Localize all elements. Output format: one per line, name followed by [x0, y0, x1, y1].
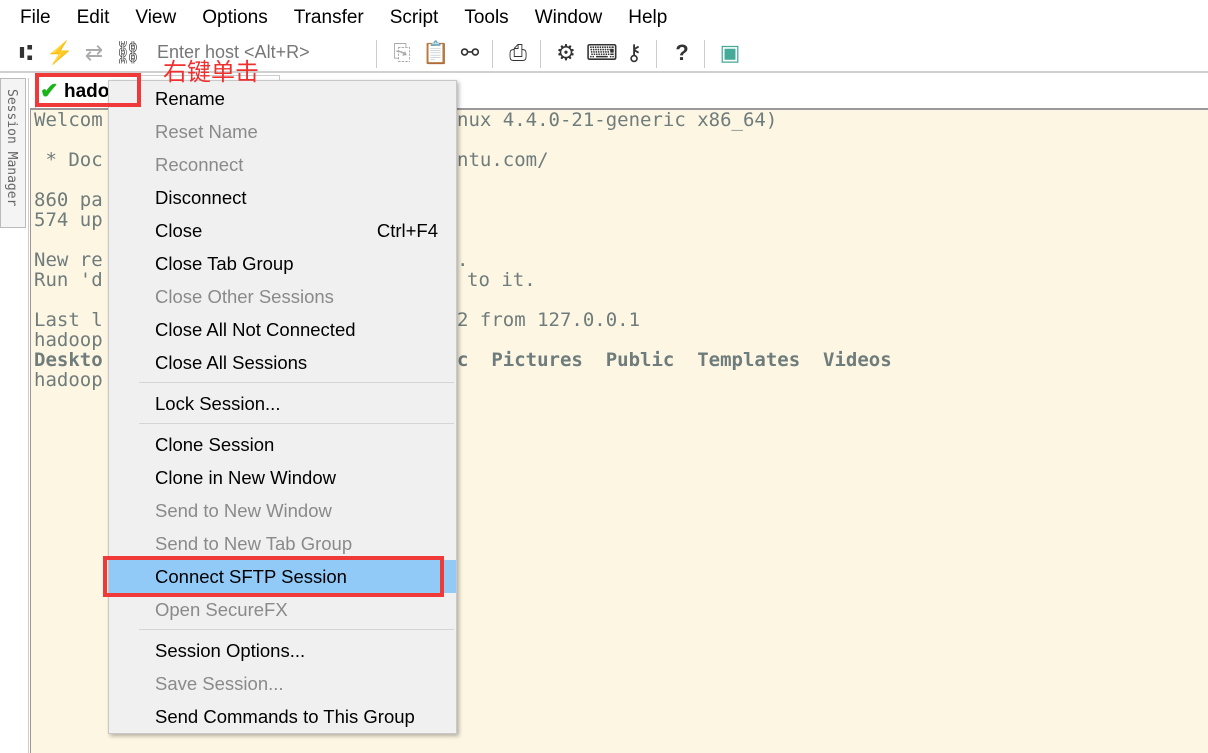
menu-item-reset-name[interactable]: Reset Name — [109, 115, 456, 148]
copy-icon[interactable]: ⎘ — [388, 40, 416, 66]
menu-item-close-all-not-connected[interactable]: Close All Not Connected — [109, 313, 456, 346]
terminal-line: to it. — [467, 269, 536, 291]
terminal-line: Welcom — [34, 109, 103, 131]
annotation-box-sftp — [103, 556, 444, 597]
reconnect-icon[interactable]: ⇄ — [80, 40, 108, 66]
terminal-line: 860 pa — [34, 189, 103, 211]
terminal-line: ntu.com/ — [457, 149, 549, 171]
menu-item-close[interactable]: Close Ctrl+F4 — [109, 214, 456, 247]
help-icon[interactable]: ? — [668, 40, 696, 66]
menu-edit[interactable]: Edit — [69, 7, 118, 29]
menu-transfer[interactable]: Transfer — [286, 7, 372, 29]
menu-script[interactable]: Script — [382, 7, 447, 29]
terminal-line: 574 up — [34, 209, 103, 231]
terminal-line: * Doc — [34, 149, 103, 171]
context-menu: Rename Reset Name Reconnect Disconnect C… — [108, 80, 457, 734]
annotation-box-tab — [35, 73, 141, 107]
menu-file[interactable]: File — [12, 7, 59, 29]
menu-item-send-to-new-window[interactable]: Send to New Window — [109, 494, 456, 527]
menu-item-save-session[interactable]: Save Session... — [109, 667, 456, 700]
menu-item-clone-in-new-window[interactable]: Clone in New Window — [109, 461, 456, 494]
menu-item-clone-session[interactable]: Clone Session — [109, 428, 456, 461]
terminal-line: Last l — [34, 309, 103, 331]
menu-help[interactable]: Help — [620, 7, 675, 29]
menu-view[interactable]: View — [127, 7, 184, 29]
terminal-line: hadoop — [34, 329, 103, 351]
print-icon[interactable]: ⎙ — [504, 40, 532, 66]
shortcut: Ctrl+F4 — [376, 220, 438, 241]
terminal-line: nux 4.4.0-21-generic x86_64) — [457, 109, 778, 131]
menu-tools[interactable]: Tools — [456, 7, 516, 29]
session-manager-tab[interactable]: Session Manager — [0, 78, 26, 228]
menu-item-send-commands-to-group[interactable]: Send Commands to This Group — [109, 700, 456, 733]
terminal-line: Deskto — [34, 349, 103, 371]
terminal-line: c Pictures Public Templates Videos — [457, 349, 892, 371]
menu-item-close-all-sessions[interactable]: Close All Sessions — [109, 346, 456, 379]
quick-connect-icon[interactable]: ⚡ — [46, 40, 74, 66]
terminal-line: hadoop — [34, 369, 103, 391]
settings-gear-icon[interactable]: ⚙ — [552, 40, 580, 66]
terminal-line: . — [457, 249, 469, 271]
paste-icon[interactable]: 📋 — [422, 40, 450, 66]
annotation-right-click: 右键单击 — [163, 59, 259, 86]
keymap-keyboard-icon[interactable]: ⌨ — [586, 40, 618, 66]
securefx-icon[interactable]: ▣ — [716, 40, 744, 66]
find-binoculars-icon[interactable]: ⚯ — [456, 40, 484, 66]
menu-window[interactable]: Window — [527, 7, 611, 29]
menu-bar: File Edit View Options Transfer Script T… — [0, 0, 1208, 36]
menu-item-open-securefx[interactable]: Open SecureFX — [109, 593, 456, 626]
key-agent-icon[interactable]: ⚷ — [620, 40, 648, 66]
menu-item-close-tab-group[interactable]: Close Tab Group — [109, 247, 456, 280]
menu-item-close-other-sessions[interactable]: Close Other Sessions — [109, 280, 456, 313]
terminal-line: 2 from 127.0.0.1 — [457, 309, 641, 331]
connect-tree-icon[interactable]: ⑆ — [12, 40, 40, 66]
terminal-line: New re — [34, 249, 103, 271]
menu-item-disconnect[interactable]: Disconnect — [109, 181, 456, 214]
menu-item-reconnect[interactable]: Reconnect — [109, 148, 456, 181]
menu-options[interactable]: Options — [194, 7, 275, 29]
menu-item-session-options[interactable]: Session Options... — [109, 634, 456, 667]
disconnect-icon[interactable]: ⛓ — [114, 40, 142, 66]
menu-item-rename[interactable]: Rename — [109, 82, 456, 115]
terminal-line: Run 'd — [34, 269, 103, 291]
menu-item-lock-session[interactable]: Lock Session... — [109, 387, 456, 420]
